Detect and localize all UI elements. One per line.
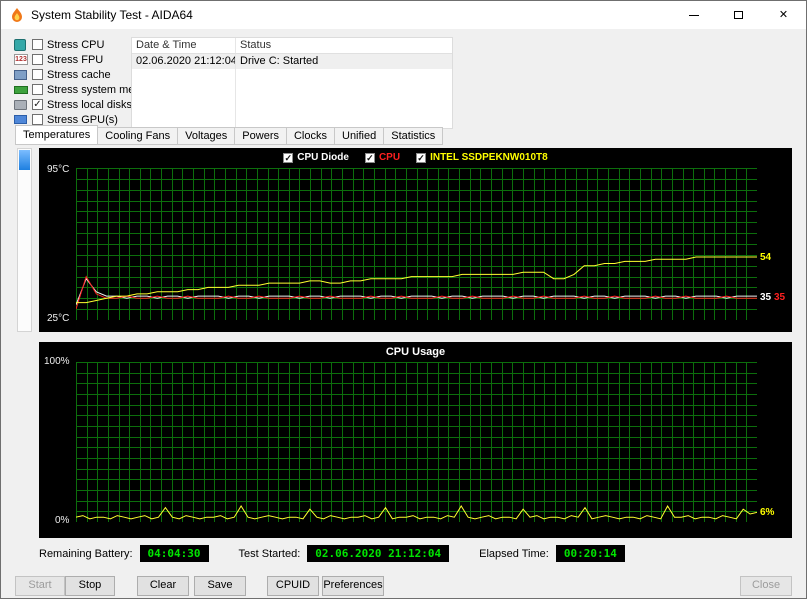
cell-date-time (132, 99, 236, 114)
legend-checkbox[interactable]: ✓ (416, 152, 427, 163)
test-started-value: 02.06.2020 21:12:04 (307, 545, 450, 562)
stress-option-stress-cache[interactable]: Stress cache (14, 67, 130, 82)
stress-option-label: Stress local disks (47, 98, 132, 111)
legend-label: CPU (378, 152, 401, 163)
column-header-date-time[interactable]: Date & Time (132, 38, 236, 53)
table-row-empty (132, 84, 452, 99)
cell-date-time: 02.06.2020 21:12:04 (132, 54, 236, 69)
stress-option-stress-local-disks[interactable]: ✓ Stress local disks (14, 97, 132, 112)
preferences-button[interactable]: Preferences (322, 576, 384, 596)
remaining-battery-label: Remaining Battery: (39, 547, 133, 560)
window-controls: ✕ (671, 1, 806, 29)
tab-temperatures[interactable]: Temperatures (15, 125, 99, 145)
maximize-button[interactable] (716, 1, 761, 29)
cell-date-time (132, 84, 236, 99)
close-button[interactable]: ✕ (761, 1, 806, 29)
status-bar: Remaining Battery: 04:04:30 Test Started… (39, 545, 655, 562)
fpu-icon: 123 (14, 54, 28, 65)
flame-icon (12, 8, 22, 22)
stop-button[interactable]: Stop (65, 576, 115, 596)
cell-status (236, 99, 452, 114)
remaining-battery-value: 04:04:30 (139, 545, 209, 562)
legend-item-intel-ssdpeknw010t8: ✓ INTEL SSDPEKNW010T8 (416, 152, 548, 163)
gpu-icon (14, 115, 30, 124)
checkbox[interactable] (32, 69, 43, 80)
tab-powers[interactable]: Powers (235, 127, 287, 145)
series-end-value: 6% (760, 507, 775, 519)
cpu-usage-chart: CPU Usage 100% 0% 6% (39, 342, 792, 538)
y-axis-min-label: 0% (55, 515, 70, 526)
legend-item-cpu: ✓ CPU (364, 152, 401, 163)
elapsed-time-label: Elapsed Time: (479, 547, 549, 560)
close-button: Close (740, 576, 792, 596)
tab-cooling-fans[interactable]: Cooling Fans (98, 127, 179, 145)
title-bar: System Stability Test - AIDA64 ✕ (1, 1, 806, 29)
y-axis-min-label: 25°C (47, 313, 70, 324)
legend-checkbox[interactable]: ✓ (283, 152, 294, 163)
cpuid-button[interactable]: CPUID (267, 576, 319, 596)
save-button[interactable]: Save (194, 576, 246, 596)
event-log-table: Date & Time Status 02.06.2020 21:12:04 Driv… (131, 37, 453, 129)
tab-unified[interactable]: Unified (335, 127, 385, 145)
checkbox[interactable] (32, 54, 43, 65)
table-row-empty (132, 69, 452, 84)
tab-voltages[interactable]: Voltages (178, 127, 236, 145)
stress-option-stress-cpu[interactable]: Stress CPU (14, 37, 130, 52)
cache-icon (14, 69, 30, 80)
stress-option-label: Stress GPU(s) (47, 113, 118, 126)
stress-option-stress-fpu[interactable]: 123 Stress FPU (14, 52, 130, 67)
cell-status: Drive C: Started (240, 55, 319, 67)
legend-label: CPU Diode (297, 152, 349, 163)
memory-icon (14, 85, 30, 94)
clear-button[interactable]: Clear (137, 576, 189, 596)
checkbox[interactable] (32, 114, 43, 125)
disk-icon (14, 99, 30, 110)
window-title: System Stability Test - AIDA64 (31, 8, 193, 22)
maximize-icon (734, 11, 743, 19)
y-axis-max-label: 95°C (47, 164, 70, 175)
legend-label: INTEL SSDPEKNW010T8 (430, 152, 548, 163)
column-header-status[interactable]: Status (236, 38, 452, 53)
tab-bar: Temperatures Cooling Fans Voltages Powers Cl… (15, 125, 444, 145)
progress-thumb (19, 150, 30, 170)
legend-checkbox[interactable]: ✓ (364, 152, 375, 163)
elapsed-time-value: 00:20:14 (555, 545, 625, 562)
y-axis-max-label: 100% (44, 356, 70, 367)
stress-option-label: Stress cache (47, 68, 111, 81)
stress-option-stress-system-memory[interactable]: Stress system memory (14, 82, 159, 97)
checkbox[interactable] (32, 84, 43, 95)
minimize-icon (688, 14, 699, 16)
checkbox[interactable]: ✓ (32, 99, 43, 110)
series-end-value: 35 (760, 292, 772, 304)
stress-option-label: Stress CPU (47, 38, 105, 51)
vertical-progress-bar (17, 148, 32, 332)
checkbox[interactable] (32, 39, 43, 50)
test-started-label: Test Started: (238, 547, 301, 560)
app-window: System Stability Test - AIDA64 ✕ Stress … (0, 0, 807, 599)
table-header: Date & Time Status (132, 38, 452, 54)
cell-date-time (132, 69, 236, 84)
start-button: Start (15, 576, 65, 596)
minimize-button[interactable] (671, 1, 716, 29)
cpu-icon (14, 38, 30, 51)
chart-title: CPU Usage (385, 346, 446, 358)
stress-option-label: Stress FPU (47, 53, 104, 66)
tab-clocks[interactable]: Clocks (286, 127, 335, 145)
cpu-usage-plot-area (75, 362, 758, 523)
close-icon: ✕ (778, 8, 789, 21)
table-row-empty (132, 99, 452, 114)
legend-item-cpu-diode: ✓ CPU Diode (283, 152, 349, 163)
series-end-value: 35 (774, 292, 786, 304)
temperature-chart: ✓ CPU Diode ✓ CPU ✓ INTEL SSDPEKNW010T8 95°C … (39, 148, 792, 332)
tab-statistics[interactable]: Statistics (384, 127, 444, 145)
cell-status (236, 84, 452, 99)
stress-options-panel: Stress CPU 123 Stress FPU Stress cache Stres… (14, 37, 159, 127)
chart-legend: ✓ CPU Diode ✓ CPU ✓ INTEL SSDPEKNW010T8 (39, 152, 792, 163)
temperature-plot-area (75, 168, 758, 321)
cell-status (236, 69, 452, 84)
series-end-value: 54 (760, 252, 772, 264)
table-row[interactable]: 02.06.2020 21:12:04 Drive C: Started (132, 54, 452, 69)
